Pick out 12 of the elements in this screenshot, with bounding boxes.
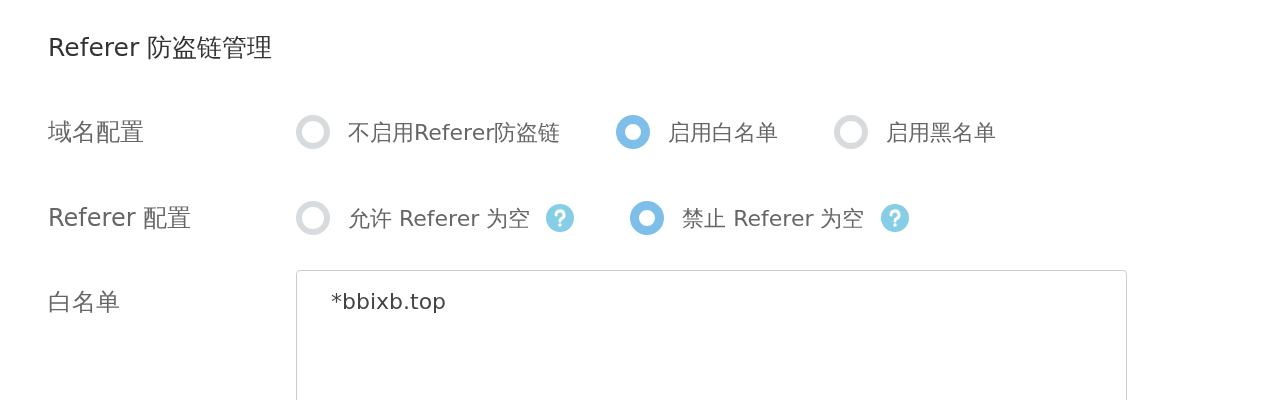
field-label: 白名单 <box>48 287 121 318</box>
whitelist-field[interactable]: *bbixb.top <box>296 270 1127 400</box>
radio-option[interactable]: 不启用Referer防盗链 <box>296 115 561 149</box>
help-icon[interactable] <box>880 204 909 232</box>
field-label: 域名配置 <box>48 117 145 148</box>
radio-option[interactable]: 启用白名单 <box>616 115 779 149</box>
page-title: Referer 防盗链管理 <box>48 32 273 64</box>
radio-option[interactable]: 允许 Referer 为空 <box>296 201 531 235</box>
radio-option[interactable]: 启用黑名单 <box>834 115 997 149</box>
help-icon[interactable] <box>546 204 575 232</box>
radio-option[interactable]: 禁止 Referer 为空 <box>630 201 865 235</box>
field-label: Referer 配置 <box>48 203 193 234</box>
